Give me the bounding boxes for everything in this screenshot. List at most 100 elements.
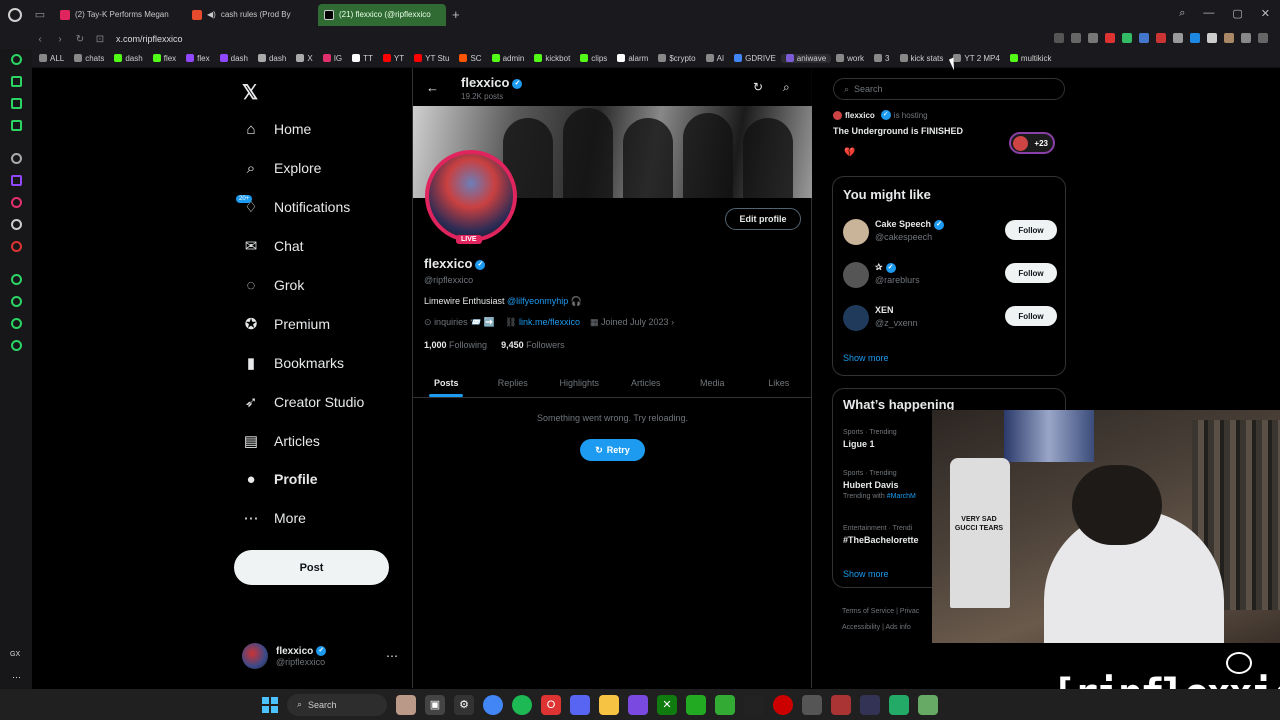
minimize-icon[interactable]: — — [1203, 7, 1214, 20]
sidebar-icon[interactable] — [11, 54, 22, 65]
nav-item-home[interactable]: ⌂ Home — [242, 114, 311, 144]
close-icon[interactable]: ✕ — [1261, 7, 1270, 20]
tab-likes[interactable]: Likes — [746, 368, 813, 397]
show-more-link[interactable]: Show more — [843, 353, 889, 363]
suggestion-row[interactable]: Cake Speech ✓ @cakespeech Follow — [843, 217, 1057, 251]
search-tabs-icon[interactable]: ⌕ — [1179, 7, 1185, 20]
avatar-icon[interactable] — [1224, 33, 1234, 43]
extension-icon[interactable] — [1156, 33, 1166, 43]
tab-menu-icon[interactable]: ▭ — [30, 5, 50, 25]
taskbar-app-icon[interactable] — [628, 694, 648, 715]
bookmark-item[interactable]: ALL — [34, 54, 69, 63]
bookmark-item[interactable]: $crypto — [653, 54, 700, 63]
chevron-right-icon[interactable]: › — [671, 317, 674, 327]
sidebar-icon[interactable] — [11, 274, 22, 285]
taskbar-search[interactable]: ⌕ Search — [287, 693, 387, 716]
taskbar-app-icon[interactable] — [396, 694, 416, 715]
capcut-icon[interactable] — [744, 694, 764, 715]
account-more-icon[interactable]: ⋯ — [386, 649, 398, 663]
trend-item[interactable]: Entertainment · Trendi #TheBachelorette — [843, 525, 919, 545]
nav-item-bookmarks[interactable]: ▮ Bookmarks — [242, 348, 344, 378]
history-icon[interactable] — [11, 296, 22, 307]
account-switcher[interactable]: flexxico ✓ @ripflexxico — [242, 643, 327, 669]
discord-icon[interactable] — [570, 694, 590, 715]
follow-button[interactable]: Follow — [1005, 220, 1057, 240]
bookmark-item[interactable]: multikick — [1005, 54, 1057, 63]
extension-icon[interactable] — [1173, 33, 1183, 43]
nav-item-grok[interactable]: ◌ Grok — [242, 270, 305, 300]
taskbar-app-icon[interactable] — [860, 694, 880, 715]
taskbar-app-icon[interactable] — [686, 694, 706, 715]
opera-gx-icon[interactable]: O — [541, 694, 561, 715]
profile-website-link[interactable]: link.me/flexxico — [519, 317, 580, 327]
settings-icon[interactable] — [11, 340, 22, 351]
gx-label[interactable]: GX — [10, 651, 20, 658]
retry-button[interactable]: ↻ Retry — [580, 439, 645, 461]
live-space-card[interactable]: flexxico ✓ is hosting The Underground is … — [833, 110, 1065, 164]
sidebar-icon[interactable] — [11, 76, 22, 87]
space-listeners-pill[interactable]: +23 — [1009, 132, 1055, 154]
bookmark-item[interactable]: TT — [347, 54, 378, 63]
bookmark-item[interactable]: flex — [181, 54, 214, 63]
url-field[interactable]: x.com/ripflexxico — [116, 34, 183, 44]
taskbar-app-icon[interactable] — [918, 694, 938, 715]
bookmark-item[interactable]: YT Stu — [409, 54, 454, 63]
browser-tab[interactable]: ◀) cash rules (Prod By — [186, 4, 314, 26]
back-icon[interactable]: ‹ — [30, 34, 50, 45]
chatgpt-icon[interactable] — [802, 694, 822, 715]
bookmark-item[interactable]: IG — [318, 54, 347, 63]
suggestion-row[interactable]: XEN @z_vxenn Follow — [843, 303, 1057, 337]
spotify-icon[interactable] — [512, 694, 532, 715]
extension-icon[interactable] — [1088, 33, 1098, 43]
bookmark-item[interactable]: dash — [215, 54, 253, 63]
sidebar-icon[interactable] — [11, 153, 22, 164]
sidebar-icon[interactable] — [11, 241, 22, 252]
bookmark-item[interactable]: kick stats — [895, 54, 949, 63]
nav-item-explore[interactable]: ⌕ Explore — [242, 153, 322, 183]
browser-tab-active[interactable]: (21) flexxico (@ripflexxico — [318, 3, 446, 26]
speaker-icon[interactable]: ◀) — [207, 10, 216, 19]
x-logo-icon[interactable]: 𝕏 — [242, 80, 258, 105]
extension-icon[interactable] — [1139, 33, 1149, 43]
following-link[interactable]: 1,000 Following — [424, 340, 487, 350]
extension-icon[interactable] — [1207, 33, 1217, 43]
aria-ai-icon[interactable] — [1241, 33, 1251, 43]
profile-avatar[interactable] — [425, 150, 517, 242]
chrome-icon[interactable] — [483, 694, 503, 715]
trend-item[interactable]: Sports · Trending Ligue 1 — [843, 429, 897, 449]
bookmark-item[interactable]: admin — [487, 54, 530, 63]
bookmark-item[interactable]: dash — [253, 54, 291, 63]
maximize-icon[interactable]: ▢ — [1232, 7, 1242, 20]
suggestion-row[interactable]: ✰ ✓ @rareblurs Follow — [843, 260, 1057, 294]
twitch-icon[interactable] — [11, 175, 22, 186]
xbox-icon[interactable]: ✕ — [657, 694, 677, 715]
bookmark-item[interactable]: YT — [378, 54, 409, 63]
bookmark-item[interactable]: SC — [454, 54, 486, 63]
post-button[interactable]: Post — [234, 550, 389, 585]
extension-icon[interactable] — [1105, 33, 1115, 43]
taskbar-app-icon[interactable] — [831, 694, 851, 715]
new-tab-icon[interactable]: + — [452, 7, 460, 22]
taskbar-app-icon[interactable]: ⚙ — [454, 694, 474, 715]
bookmark-item[interactable]: work — [831, 54, 869, 63]
search-icon[interactable]: ⌕ — [783, 80, 790, 95]
tab-highlights[interactable]: Highlights — [546, 368, 613, 397]
reload-icon[interactable]: ↻ — [70, 34, 90, 45]
nav-item-articles[interactable]: ▤ Articles — [242, 426, 320, 456]
show-more-link[interactable]: Show more — [843, 569, 889, 579]
nav-item-notifications[interactable]: ♢ Notifications — [242, 192, 350, 222]
bookmark-item[interactable]: 3 — [869, 54, 894, 63]
share-icon[interactable]: ↻ — [753, 80, 763, 94]
menu-icon[interactable] — [1258, 33, 1268, 43]
instagram-icon[interactable] — [11, 197, 22, 208]
x-icon[interactable] — [11, 219, 22, 230]
follow-button[interactable]: Follow — [1005, 306, 1057, 326]
nav-item-profile[interactable]: ● Profile — [242, 464, 317, 494]
extension-icon[interactable] — [1071, 33, 1081, 43]
windows-start-icon[interactable] — [262, 696, 278, 713]
nav-item-chat[interactable]: ✉ Chat — [242, 231, 304, 261]
extension-icon[interactable] — [1122, 33, 1132, 43]
task-view-icon[interactable]: ▣ — [425, 694, 445, 715]
sidebar-icon[interactable] — [11, 318, 22, 329]
taskbar-app-icon[interactable] — [889, 694, 909, 715]
